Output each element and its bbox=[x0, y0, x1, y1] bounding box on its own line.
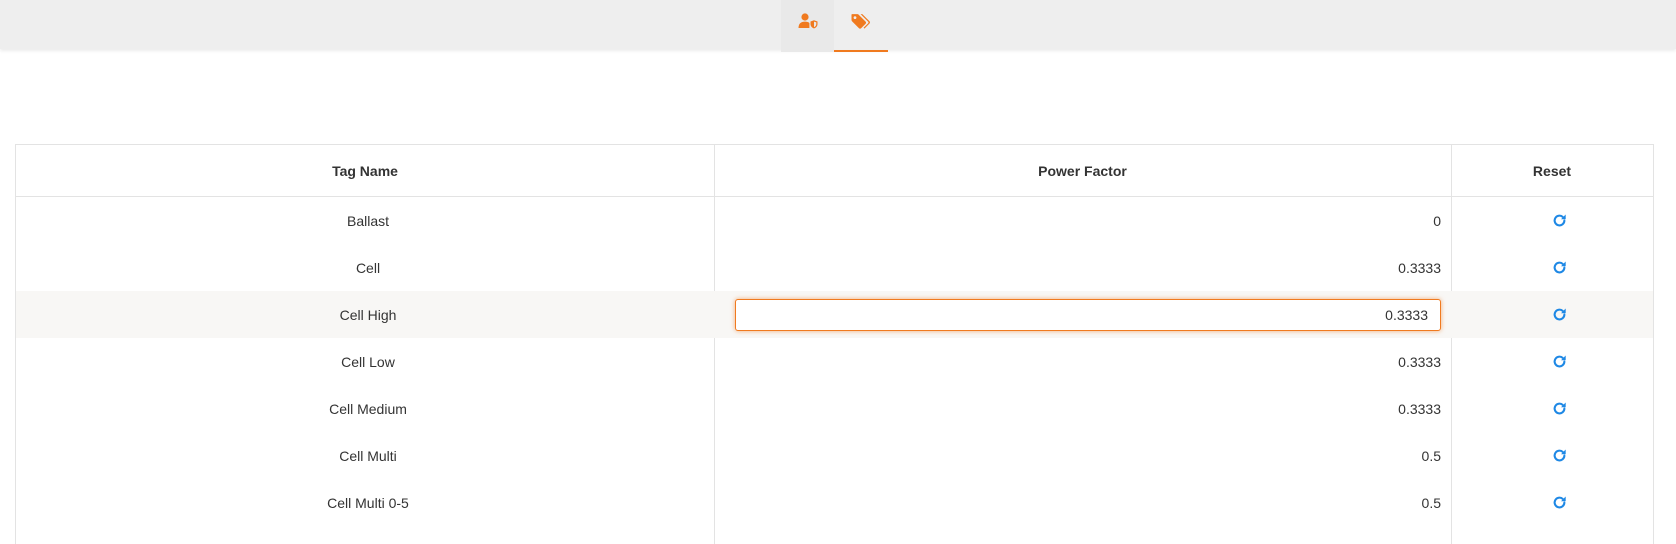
power-factor-cell[interactable]: 0.3333 bbox=[714, 244, 1451, 291]
refresh-icon[interactable] bbox=[1549, 258, 1569, 278]
reset-cell bbox=[1451, 291, 1653, 338]
reset-cell bbox=[1451, 432, 1653, 479]
tag-name-cell: Cell High bbox=[339, 306, 397, 323]
user-shield-icon bbox=[798, 13, 818, 29]
reset-cell bbox=[1451, 385, 1653, 432]
table-row: Cell Medium 0.3333 bbox=[16, 385, 1653, 432]
power-factor-cell[interactable]: 0.5 bbox=[714, 432, 1451, 479]
table-row: Cell Low 0.3333 bbox=[16, 338, 1653, 385]
power-factor-cell bbox=[714, 291, 1451, 338]
header-tag-name[interactable]: Tag Name bbox=[16, 145, 714, 196]
tag-name-cell: Cell bbox=[355, 259, 381, 276]
table-header-row: Tag Name Power Factor Reset bbox=[16, 145, 1653, 197]
power-factor-cell[interactable]: 0.3333 bbox=[714, 338, 1451, 385]
table-row: Ballast 0 bbox=[16, 197, 1653, 244]
tag-name-cell: Cell Medium bbox=[329, 400, 407, 417]
table-row: Cell 0.3333 bbox=[16, 244, 1653, 291]
table-row: Cell Multi 0-5 0.5 bbox=[16, 479, 1653, 526]
power-factor-cell[interactable]: 0.3333 bbox=[714, 385, 1451, 432]
tag-name-cell: Cell Multi bbox=[339, 447, 397, 464]
reset-cell bbox=[1451, 197, 1653, 244]
table-row-editing: Cell High bbox=[16, 291, 1653, 338]
header-reset: Reset bbox=[1532, 162, 1572, 179]
table-row: Cell Multi 0.5 bbox=[16, 432, 1653, 479]
header-power-factor[interactable]: Power Factor bbox=[714, 145, 1451, 196]
reset-cell bbox=[1451, 479, 1653, 526]
power-factor-table: Tag Name Power Factor Reset Ballast 0 Ce… bbox=[15, 144, 1654, 544]
refresh-icon[interactable] bbox=[1549, 352, 1569, 372]
tab-tags[interactable] bbox=[834, 0, 888, 52]
refresh-icon[interactable] bbox=[1549, 305, 1569, 325]
refresh-icon[interactable] bbox=[1549, 493, 1569, 513]
reset-cell bbox=[1451, 338, 1653, 385]
refresh-icon[interactable] bbox=[1549, 211, 1569, 231]
power-factor-cell[interactable]: 0.5 bbox=[714, 479, 1451, 526]
tab-users[interactable] bbox=[781, 0, 835, 52]
tag-name-cell: Cell Multi 0-5 bbox=[327, 494, 409, 511]
refresh-icon[interactable] bbox=[1549, 446, 1569, 466]
power-factor-cell[interactable]: 0 bbox=[714, 197, 1451, 244]
tags-icon bbox=[851, 13, 871, 30]
power-factor-input[interactable] bbox=[735, 298, 1441, 331]
tag-name-cell: Ballast bbox=[346, 212, 390, 229]
tag-name-cell: Cell Low bbox=[341, 353, 395, 370]
reset-cell bbox=[1451, 244, 1653, 291]
top-navbar bbox=[0, 0, 1676, 52]
refresh-icon[interactable] bbox=[1549, 399, 1569, 419]
